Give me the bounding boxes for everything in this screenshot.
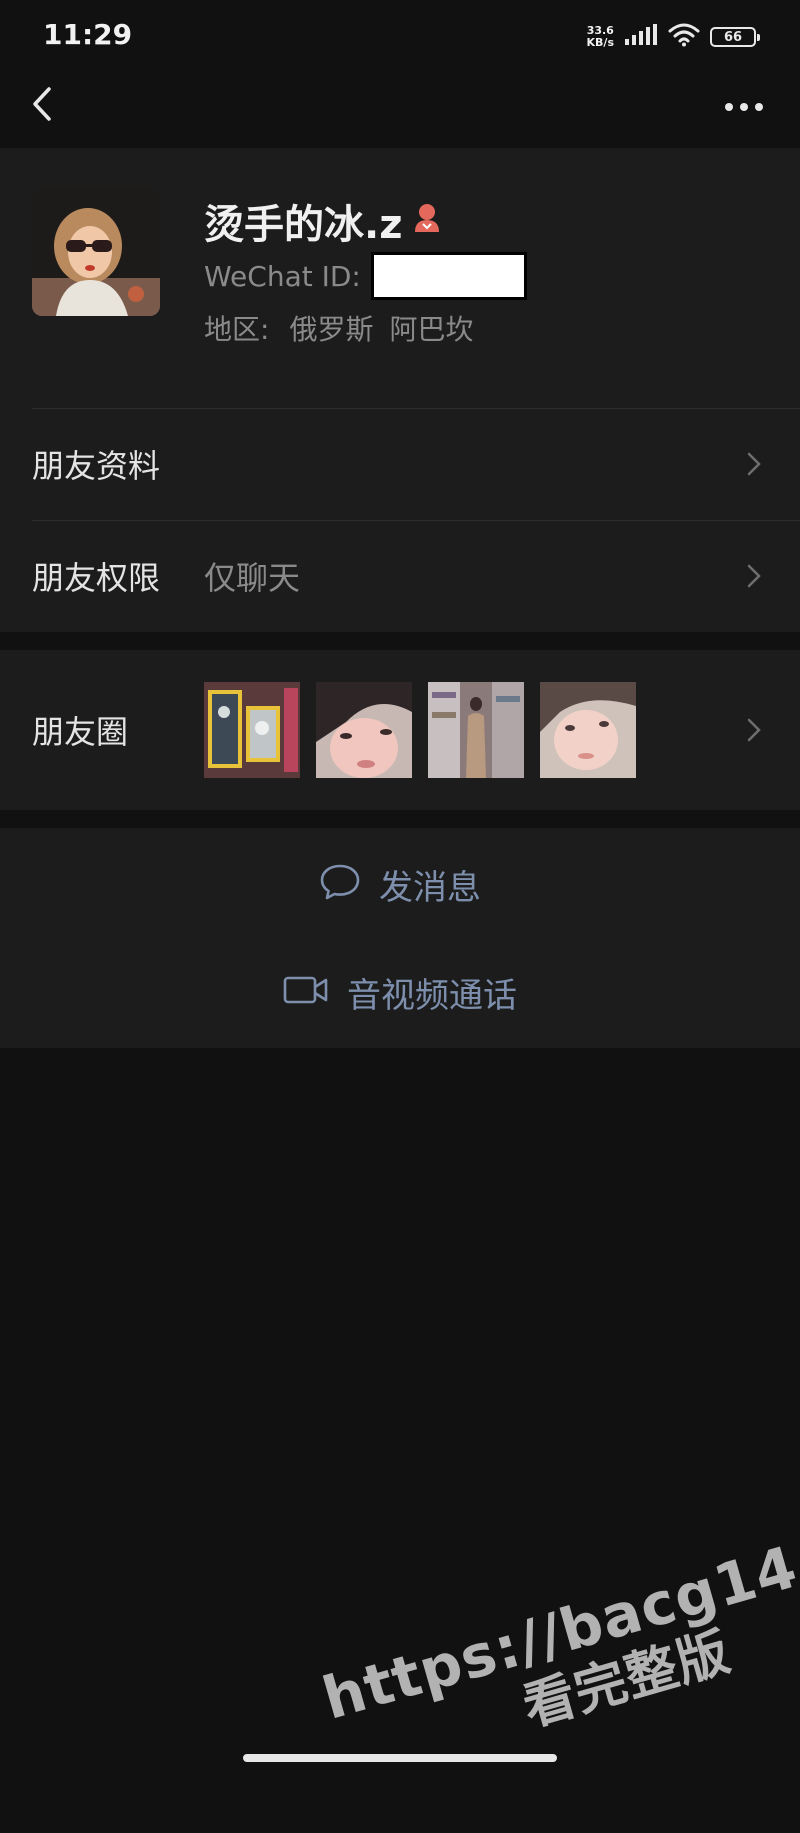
chat-bubble-icon (319, 863, 361, 905)
friend-info-cell[interactable]: 朋友资料 (0, 408, 800, 520)
moments-label: 朋友圈 (32, 713, 129, 751)
wechat-id-redaction (370, 252, 527, 300)
nav-bar (0, 72, 800, 148)
moments-cell[interactable]: 朋友圈 (0, 650, 800, 810)
avatar[interactable] (32, 188, 160, 316)
friend-settings-section: 朋友资料 朋友权限 仅聊天 (0, 408, 800, 632)
friend-permission-value: 仅聊天 (204, 559, 301, 597)
avatar-photo (32, 188, 160, 316)
region-country: 俄罗斯 (289, 313, 374, 346)
network-speed: 33.6 KB/s (587, 25, 614, 49)
female-gender-icon (412, 198, 442, 244)
moments-thumbnails (204, 682, 636, 778)
friend-permission-label: 朋友权限 (32, 559, 161, 597)
moments-thumbnail (540, 682, 636, 778)
status-icons: 33.6 KB/s 66 (587, 20, 760, 54)
network-speed-unit: KB/s (586, 36, 614, 49)
home-indicator[interactable] (243, 1754, 557, 1762)
friend-permission-cell[interactable]: 朋友权限 仅聊天 (0, 520, 800, 632)
chevron-right-icon (744, 715, 764, 745)
nickname: 烫手的冰.z (204, 202, 403, 248)
status-time: 11:29 (43, 18, 133, 51)
moments-section: 朋友圈 (0, 650, 800, 810)
moments-thumbnail (316, 682, 412, 778)
moments-thumbnail (428, 682, 524, 778)
av-call-button[interactable]: 音视频通话 (0, 936, 800, 1048)
wechat-id-row: WeChat ID: (204, 252, 527, 300)
more-options-button[interactable] (716, 84, 772, 128)
video-camera-icon (283, 975, 329, 1009)
status-bar: 11:29 33.6 KB/s 66 (0, 0, 800, 72)
av-call-label: 音视频通话 (347, 975, 517, 1016)
region-label: 地区: (204, 313, 270, 346)
actions-section: 发消息 音视频通话 (0, 828, 800, 1048)
wechat-id-label: WeChat ID: (204, 259, 361, 293)
back-button[interactable] (20, 84, 64, 128)
moments-thumbnail (204, 682, 300, 778)
nickname-row: 烫手的冰.z (204, 192, 442, 250)
send-message-button[interactable]: 发消息 (0, 828, 800, 940)
battery-icon: 66 (710, 27, 760, 47)
region-city: 阿巴坎 (389, 313, 474, 346)
more-dots-icon (724, 97, 764, 116)
watermark: https://bacg14.com 看完整版 (315, 1488, 800, 1833)
battery-level: 66 (723, 29, 743, 45)
chevron-left-icon (31, 86, 53, 126)
profile-header: 烫手的冰.z WeChat ID: 地区: 俄罗斯 阿巴坎 (0, 148, 800, 408)
chevron-right-icon (744, 561, 764, 591)
signal-icon (624, 24, 658, 50)
chevron-right-icon (744, 449, 764, 479)
region-row: 地区: 俄罗斯 阿巴坎 (204, 308, 473, 348)
friend-info-label: 朋友资料 (32, 447, 161, 485)
wifi-icon (668, 23, 700, 51)
send-message-label: 发消息 (379, 867, 481, 908)
